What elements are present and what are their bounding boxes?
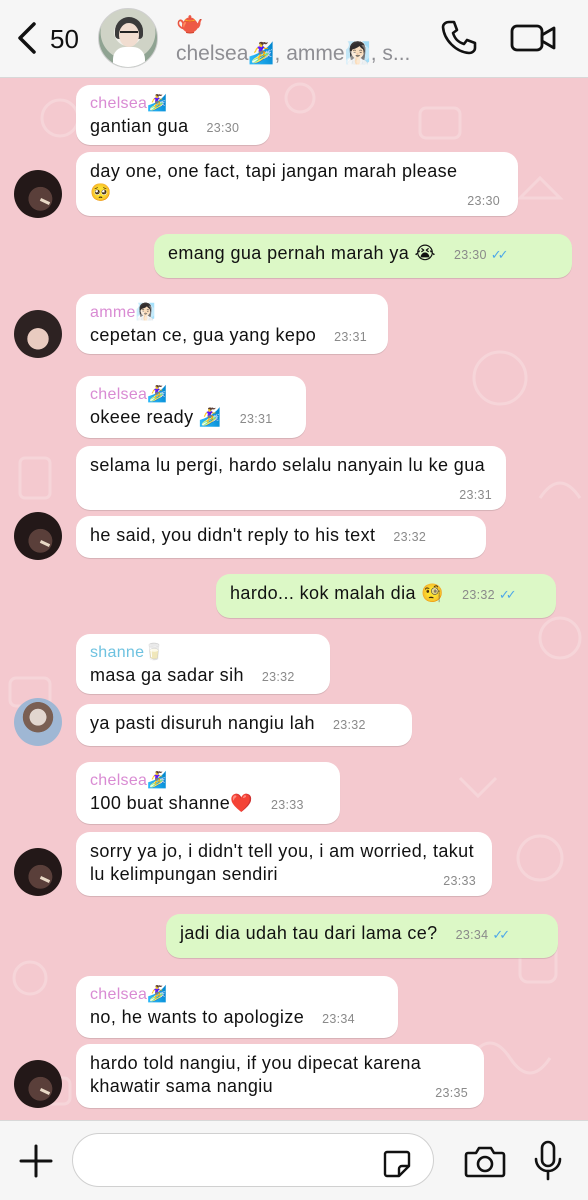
message-sender: chelsea🏄‍♀️ xyxy=(90,386,168,403)
message-text: sorry ya jo, i didn't tell you, i am wor… xyxy=(90,841,474,884)
unread-count[interactable]: 50 xyxy=(50,24,79,55)
phone-icon[interactable] xyxy=(440,18,478,56)
video-camera-icon[interactable] xyxy=(510,20,558,56)
group-avatar[interactable] xyxy=(98,8,158,68)
message-bubble[interactable]: sorry ya jo, i didn't tell you, i am wor… xyxy=(76,832,492,896)
message-bubble-outgoing[interactable]: jadi dia udah tau dari lama ce? 23:34 ✓✓ xyxy=(166,914,558,958)
read-receipt-icon: ✓✓ xyxy=(490,247,509,262)
avatar[interactable] xyxy=(14,1060,62,1108)
message-text: hardo told nangiu, if you dipecat karena… xyxy=(90,1053,422,1096)
message-sender: chelsea🏄‍♀️ xyxy=(90,95,168,112)
plus-icon[interactable] xyxy=(18,1143,54,1179)
avatar[interactable] xyxy=(14,698,62,746)
message-time: 23:32 xyxy=(393,530,427,544)
message-text: day one, one fact, tapi jangan marah ple… xyxy=(90,161,458,181)
message-sender: chelsea🏄‍♀️ xyxy=(90,772,168,789)
message-text: he said, you didn't reply to his text xyxy=(90,525,376,545)
message-bubble[interactable]: hardo told nangiu, if you dipecat karena… xyxy=(76,1044,484,1108)
message-bubble[interactable]: he said, you didn't reply to his text 23:… xyxy=(76,516,486,558)
message-text: jadi dia udah tau dari lama ce? xyxy=(180,923,438,943)
avatar[interactable] xyxy=(14,848,62,896)
read-receipt-icon: ✓✓ xyxy=(498,587,517,602)
read-receipt-icon: ✓✓ xyxy=(492,927,510,942)
avatar[interactable] xyxy=(14,170,62,218)
microphone-icon[interactable] xyxy=(532,1139,564,1183)
message-bubble[interactable]: shanne🥛 masa ga sadar sih 23:32 xyxy=(76,634,330,694)
message-bubble[interactable]: chelsea🏄‍♀️ no, he wants to apologize 23:… xyxy=(76,976,398,1038)
message-text: hardo... kok malah dia 🧐 xyxy=(230,583,445,603)
message-bubble[interactable]: chelsea🏄‍♀️ okeee ready 🏄‍♀️ 23:31 xyxy=(76,376,306,438)
message-time: 23:30 xyxy=(467,194,500,208)
message-text: emang gua pernah marah ya 😭 xyxy=(168,243,436,263)
message-sender: shanne🥛 xyxy=(90,644,165,661)
message-bubble[interactable]: day one, one fact, tapi jangan marah ple… xyxy=(76,152,518,216)
message-bubble-outgoing[interactable]: emang gua pernah marah ya 😭 23:30 ✓✓ xyxy=(154,234,572,278)
camera-icon[interactable] xyxy=(464,1143,506,1179)
group-name-emoji[interactable]: 🫖 xyxy=(176,10,203,36)
message-time: 23:32 xyxy=(332,718,366,732)
message-bubble-outgoing[interactable]: hardo... kok malah dia 🧐 23:32 ✓✓ xyxy=(216,574,556,618)
message-time: 23:35 xyxy=(435,1086,468,1100)
message-time: 23:33 xyxy=(270,798,304,812)
message-time: 23:33 xyxy=(443,874,476,888)
message-text: ya pasti disuruh nangiu lah xyxy=(90,713,315,733)
message-sender: chelsea🏄‍♀️ xyxy=(90,986,168,1003)
chevron-left-icon[interactable] xyxy=(14,20,40,56)
pleading-face-emoji: 🥺 xyxy=(90,183,112,202)
message-bubble[interactable]: chelsea🏄‍♀️ gantian gua 23:30 xyxy=(76,85,270,145)
message-text: selama lu pergi, hardo selalu nanyain lu… xyxy=(90,455,486,475)
message-text: no, he wants to apologize xyxy=(90,1007,305,1027)
message-text: masa ga sadar sih xyxy=(90,665,244,685)
message-time: 23:30 xyxy=(454,248,487,262)
message-text: 100 buat shanne❤️ xyxy=(90,793,253,813)
group-members-list[interactable]: chelsea🏄‍♀️, amme🧖🏻‍♀️, s... xyxy=(176,42,410,66)
message-text: cepetan ce, gua yang kepo xyxy=(90,325,317,345)
message-text: gantian gua xyxy=(90,116,189,136)
message-time: 23:34 xyxy=(322,1012,355,1026)
avatar[interactable] xyxy=(14,310,62,358)
avatar[interactable] xyxy=(14,512,62,560)
message-time: 23:30 xyxy=(206,121,240,135)
message-time: 23:31 xyxy=(239,412,273,426)
message-time: 23:32 xyxy=(261,670,295,684)
message-time: 23:32 xyxy=(462,588,495,602)
message-bubble[interactable]: chelsea🏄‍♀️ 100 buat shanne❤️ 23:33 xyxy=(76,762,340,824)
chat-header: 50 🫖 chelsea🏄‍♀️, amme🧖🏻‍♀️, s... xyxy=(0,0,588,78)
message-sender: amme🧖🏻‍♀️ xyxy=(90,304,156,321)
message-time: 23:31 xyxy=(459,488,492,502)
message-composer xyxy=(0,1120,588,1200)
sticker-icon[interactable] xyxy=(382,1149,412,1179)
message-bubble[interactable]: selama lu pergi, hardo selalu nanyain lu… xyxy=(76,446,506,510)
chat-area[interactable]: chelsea🏄‍♀️ gantian gua 23:30 day one, on… xyxy=(0,78,588,1120)
message-input[interactable] xyxy=(72,1133,434,1187)
message-time: 23:34 xyxy=(455,928,489,942)
message-text: okeee ready 🏄‍♀️ xyxy=(90,407,222,427)
message-bubble[interactable]: amme🧖🏻‍♀️ cepetan ce, gua yang kepo 23:31 xyxy=(76,294,388,354)
message-time: 23:31 xyxy=(334,330,367,344)
message-bubble[interactable]: ya pasti disuruh nangiu lah 23:32 xyxy=(76,704,412,746)
